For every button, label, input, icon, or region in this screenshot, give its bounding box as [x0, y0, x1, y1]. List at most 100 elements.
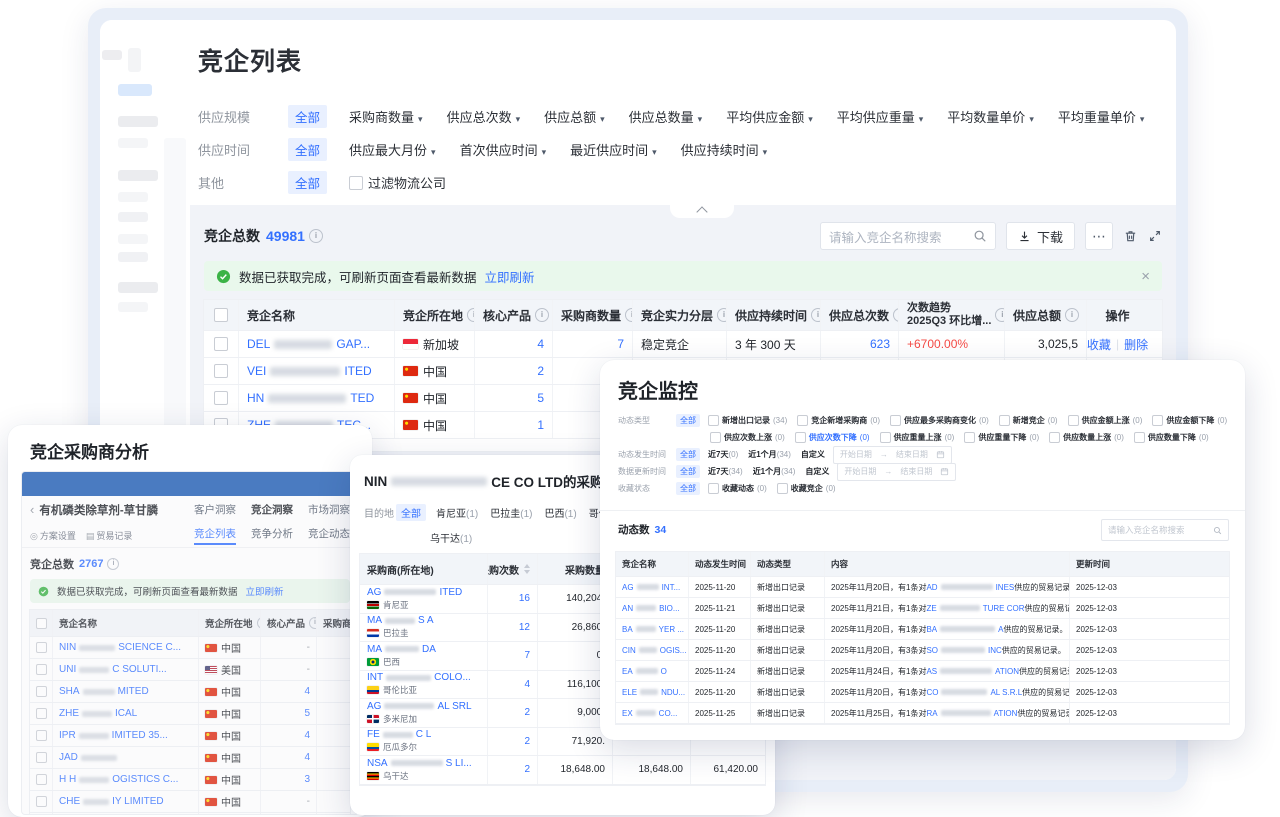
destination-option[interactable]: 巴拉圭(1)	[490, 505, 532, 520]
monitor-search-input[interactable]: 请输入竞企名称搜索	[1101, 519, 1229, 541]
filter-all-chip[interactable]: 全部	[288, 171, 327, 194]
quick-range-option[interactable]: 近7天(0)	[708, 449, 738, 460]
filter-dropdown[interactable]: 平均供应重量	[837, 107, 924, 126]
row-checkbox[interactable]	[36, 730, 47, 741]
filter-all-chip[interactable]: 全部	[288, 105, 327, 128]
checkbox-icon[interactable]	[708, 483, 719, 494]
quick-range-option[interactable]: 近1个月(34)	[753, 466, 796, 477]
fullscreen-icon[interactable]	[1148, 229, 1162, 243]
table-row[interactable]: ULTLOGISTICS ...中国-	[30, 813, 350, 814]
delete-link[interactable]: 删除	[1124, 336, 1148, 353]
filter-dropdown[interactable]: 最近供应时间	[570, 140, 657, 159]
filter-all-chip[interactable]: 全部	[676, 465, 700, 478]
filter-dropdown[interactable]: 首次供应时间	[460, 140, 547, 159]
row-checkbox[interactable]	[36, 796, 47, 807]
table-row[interactable]: H HOGISTICS C...中国3	[30, 769, 350, 791]
checkbox-icon[interactable]	[880, 432, 891, 443]
filter-all-chip[interactable]: 全部	[396, 504, 426, 521]
filter-dropdown[interactable]: 供应最大月份	[349, 140, 436, 159]
company-name-cell[interactable]: CHEIY LIMITED	[52, 791, 198, 812]
filter-dropdown[interactable]: 供应持续时间	[681, 140, 768, 159]
delete-icon[interactable]	[1123, 229, 1138, 244]
table-row[interactable]: CINOGIS...2025-11-20新增出口记录2025年11月20日，有3…	[616, 640, 1229, 661]
tab-客户洞察[interactable]: 客户洞察	[194, 502, 236, 517]
table-row[interactable]: ANBIO...2025-11-21新增出口记录2025年11月21日，有1条对…	[616, 598, 1229, 619]
checkbox-icon[interactable]	[710, 432, 721, 443]
row-checkbox[interactable]	[36, 642, 47, 653]
table-row[interactable]: EXCO...2025-11-25新增出口记录2025年11月25日，有1条对R…	[616, 703, 1229, 724]
select-all-checkbox[interactable]	[214, 308, 228, 322]
filter-dropdown[interactable]: 平均供应金额	[726, 107, 813, 126]
buyer-name-cell[interactable]: FEC L厄瓜多尔	[360, 728, 487, 756]
checkbox-icon[interactable]	[999, 415, 1010, 426]
destination-option[interactable]: 乌干达(1)	[430, 530, 472, 545]
sort-icon[interactable]	[524, 564, 530, 574]
company-name-cell[interactable]: EXCO...	[616, 703, 688, 723]
collapse-tab[interactable]	[670, 205, 734, 218]
checkbox-icon[interactable]	[708, 415, 719, 426]
company-name-cell[interactable]: ANBIO...	[616, 598, 688, 618]
filter-all-chip[interactable]: 全部	[288, 138, 327, 161]
checkbox-icon[interactable]	[1152, 415, 1163, 426]
company-name-cell[interactable]: EAO	[616, 661, 688, 681]
quick-range-option[interactable]: 近1个月(34)	[748, 449, 791, 460]
company-name-cell[interactable]: BAYER ...	[616, 619, 688, 639]
company-name-cell[interactable]: DELGAP...	[238, 331, 394, 357]
filter-dropdown[interactable]: 平均重量单价	[1058, 107, 1145, 126]
custom-range-label[interactable]: 自定义	[801, 449, 825, 460]
destination-option[interactable]: 肯尼亚(1)	[436, 505, 478, 520]
buyer-name-cell[interactable]: INTCOLO...哥伦比亚	[360, 671, 487, 699]
checkbox-icon[interactable]	[797, 415, 808, 426]
table-row[interactable]: SHAMITED中国4	[30, 681, 350, 703]
filter-checkbox[interactable]: 过滤物流公司	[349, 173, 446, 192]
checkbox-icon[interactable]	[1134, 432, 1145, 443]
monitor-type-option[interactable]: 新增出口记录(34)	[708, 415, 787, 426]
row-checkbox[interactable]	[36, 752, 47, 763]
subtab-竞企动态[interactable]: 竞企动态	[308, 526, 350, 545]
row-checkbox[interactable]	[36, 774, 47, 785]
company-name-cell[interactable]: AGINT...	[616, 577, 688, 597]
checkbox-icon[interactable]	[890, 415, 901, 426]
filter-dropdown[interactable]: 采购商数量	[349, 107, 423, 126]
table-row[interactable]: ZHEICAL中国5	[30, 703, 350, 725]
more-button[interactable]: ⋯	[1085, 222, 1113, 250]
monitor-type-option[interactable]: 供应金额下降(0)	[1152, 415, 1227, 426]
company-name-cell[interactable]: CINOGIS...	[616, 640, 688, 660]
buyer-name-cell[interactable]: MADA巴西	[360, 642, 487, 670]
company-name-cell[interactable]: VEIITED	[238, 358, 394, 384]
refresh-link[interactable]: 立即刷新	[485, 267, 535, 286]
company-name-cell[interactable]: NINSCIENCE C...	[52, 637, 198, 658]
close-icon[interactable]: ×	[1141, 269, 1150, 284]
company-name-cell[interactable]: UNIC SOLUTI...	[52, 659, 198, 680]
monitor-type-option[interactable]: 供应次数上涨(0)	[710, 432, 785, 443]
buyer-name-cell[interactable]: NSAS LI...乌干达	[360, 756, 487, 784]
filter-all-chip[interactable]: 全部	[676, 482, 700, 495]
checkbox-icon[interactable]	[1068, 415, 1079, 426]
monitor-type-option[interactable]: 供应数量上涨(0)	[1049, 432, 1124, 443]
destination-option[interactable]: 巴西(1)	[544, 505, 576, 520]
table-row[interactable]: NSAS LI...乌干达218,648.0018,648.0061,420.0…	[360, 756, 765, 785]
table-row[interactable]: ELENDU...2025-11-20新增出口记录2025年11月20日，有1条…	[616, 682, 1229, 703]
checkbox-icon[interactable]	[795, 432, 806, 443]
monitor-type-option[interactable]: 供应重量下降(0)	[964, 432, 1039, 443]
table-row[interactable]: IPRIMITED 35...中国4	[30, 725, 350, 747]
table-row[interactable]: JAD中国4	[30, 747, 350, 769]
monitor-type-option[interactable]: 供应数量下降(0)	[1134, 432, 1209, 443]
table-row[interactable]: NINSCIENCE C...中国-	[30, 637, 350, 659]
company-name-cell[interactable]: ELENDU...	[616, 682, 688, 702]
company-name-cell[interactable]: SHAMITED	[52, 681, 198, 702]
filter-dropdown[interactable]: 平均数量单价	[947, 107, 1034, 126]
date-range-input[interactable]: 开始日期→结束日期	[833, 446, 952, 464]
tab-竞企洞察[interactable]: 竞企洞察	[251, 502, 293, 517]
row-checkbox[interactable]	[214, 337, 228, 351]
table-row[interactable]: DELGAP...新加坡47稳定竞企3 年 300 天623+6700.00%3…	[204, 331, 1162, 358]
company-name-cell[interactable]: H HOGISTICS C...	[52, 769, 198, 790]
company-name-cell[interactable]: ULTLOGISTICS ...	[52, 813, 198, 814]
back-icon[interactable]: ‹	[30, 502, 34, 517]
search-input[interactable]: 请输入竞企名称搜索	[820, 222, 996, 250]
checkbox-icon[interactable]	[777, 483, 788, 494]
table-row[interactable]: UNIC SOLUTI...美国-	[30, 659, 350, 681]
row-checkbox[interactable]	[214, 364, 228, 378]
table-row[interactable]: BAYER ...2025-11-20新增出口记录2025年11月20日，有1条…	[616, 619, 1229, 640]
table-row[interactable]: AGINT...2025-11-20新增出口记录2025年11月20日，有1条对…	[616, 577, 1229, 598]
